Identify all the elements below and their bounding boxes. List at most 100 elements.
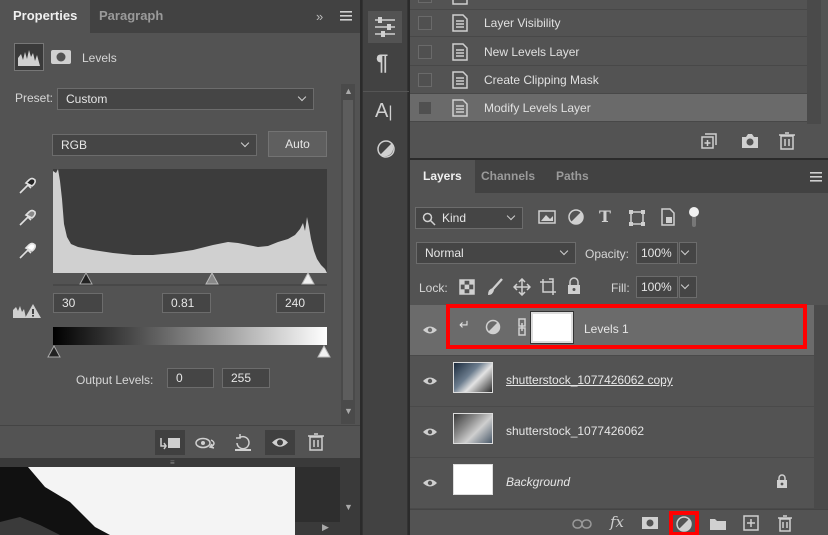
resize-grip[interactable]: ≡	[170, 458, 175, 467]
view-previous-state-icon[interactable]	[194, 432, 220, 454]
lock-transparent-icon[interactable]	[459, 279, 475, 295]
actions-scrollbar[interactable]	[807, 0, 821, 124]
layer-thumbnail[interactable]	[453, 362, 493, 393]
layer-row-shutterstock-copy[interactable]: shutterstock_1077426062 copy	[410, 356, 828, 407]
action-item-create-clipping-mask[interactable]: Create Clipping Mask	[410, 66, 807, 94]
lock-artboard-icon[interactable]	[539, 278, 557, 296]
action-toggle-checkbox[interactable]	[418, 0, 432, 3]
visibility-eye-icon[interactable]	[422, 477, 438, 489]
lock-position-move-icon[interactable]	[513, 278, 531, 296]
action-item-new-levels-layer[interactable]: New Levels Layer	[410, 38, 807, 66]
properties-dock-button[interactable]	[368, 11, 402, 43]
preset-dropdown[interactable]: Custom	[57, 88, 314, 110]
output-white-field[interactable]: 255	[222, 368, 270, 388]
delete-icon[interactable]	[307, 432, 325, 452]
action-document-icon	[452, 43, 468, 61]
scroll-down-icon[interactable]: ▼	[344, 406, 353, 416]
camera-icon[interactable]	[740, 132, 760, 150]
input-black-field[interactable]: 30	[53, 293, 103, 313]
scrollbar-thumb[interactable]	[343, 100, 353, 400]
filter-type-icon[interactable]: T	[599, 207, 611, 226]
layer-name[interactable]: shutterstock_1077426062	[506, 424, 644, 438]
action-toggle-checkbox[interactable]	[418, 73, 432, 87]
action-item-layer-visibility[interactable]: Layer Visibility	[410, 9, 807, 37]
layer-style-fx-icon[interactable]: fx	[610, 513, 624, 531]
tab-layers[interactable]: Layers	[410, 160, 475, 193]
properties-scrollbar[interactable]: ▲ ▼	[341, 84, 355, 424]
layer-row-background[interactable]: Background	[410, 458, 828, 509]
canvas-scroll-down-icon[interactable]: ▼	[344, 502, 353, 512]
filter-toggle-icon[interactable]	[688, 206, 700, 228]
action-label: Modify Levels Layer	[484, 101, 591, 115]
tab-paragraph[interactable]: Paragraph	[86, 0, 176, 33]
adjustments-icon[interactable]	[375, 138, 397, 160]
layer-thumbnail[interactable]	[453, 464, 493, 495]
document-canvas-area[interactable]: ≡ ▼ ▶	[0, 458, 360, 535]
channel-dropdown[interactable]: RGB	[52, 134, 257, 156]
add-mask-icon[interactable]	[641, 516, 659, 530]
layer-thumbnail[interactable]	[453, 413, 493, 444]
layer-name[interactable]: shutterstock_1077426062 copy	[506, 373, 673, 387]
filter-kind-dropdown[interactable]: Kind	[415, 207, 523, 229]
opacity-field[interactable]: 100%	[636, 242, 678, 264]
output-slider[interactable]	[47, 345, 333, 359]
fill-label: Fill:	[611, 281, 630, 295]
layer-row-shutterstock[interactable]: shutterstock_1077426062	[410, 407, 828, 458]
panel-menu-icon[interactable]	[340, 11, 352, 21]
visibility-eye-icon[interactable]	[422, 324, 438, 336]
fill-slider-toggle[interactable]	[679, 276, 697, 298]
new-layer-icon[interactable]	[743, 515, 759, 531]
filter-shape-icon[interactable]	[628, 209, 646, 227]
input-white-field[interactable]: 240	[276, 293, 325, 313]
mask-icon[interactable]	[47, 45, 75, 69]
visibility-eye-icon[interactable]	[422, 375, 438, 387]
black-point-eyedropper-icon[interactable]	[16, 174, 38, 196]
lock-all-icon[interactable]	[566, 277, 582, 295]
tab-properties[interactable]: Properties	[0, 0, 91, 33]
delete-action-icon[interactable]	[778, 131, 796, 151]
layers-scrollbar[interactable]	[814, 305, 828, 509]
collapse-icon[interactable]: »	[316, 9, 323, 24]
filter-adjustment-icon[interactable]	[567, 208, 585, 226]
fill-field[interactable]: 100%	[636, 276, 678, 298]
gray-point-eyedropper-icon[interactable]	[16, 206, 38, 228]
clip-to-layer-button[interactable]	[155, 430, 185, 455]
visibility-eye-icon[interactable]	[422, 426, 438, 438]
layers-toolbar: fx	[410, 509, 828, 535]
new-set-icon[interactable]	[699, 131, 719, 151]
filter-pixel-icon[interactable]	[538, 209, 556, 225]
action-item-modify-levels-layer[interactable]: Modify Levels Layer	[410, 94, 807, 122]
new-adjustment-layer-button[interactable]	[669, 511, 699, 535]
layer-name[interactable]: Background	[506, 475, 570, 489]
paragraph-icon[interactable]: ¶	[376, 50, 388, 76]
filter-smart-object-icon[interactable]	[660, 208, 676, 226]
opacity-slider-toggle[interactable]	[679, 242, 697, 264]
input-gamma-field[interactable]: 0.81	[162, 293, 211, 313]
output-gradient	[53, 327, 327, 345]
clipping-warning-icon[interactable]	[12, 302, 42, 320]
toggle-visibility-button[interactable]	[265, 430, 295, 455]
layers-menu-icon[interactable]	[810, 172, 822, 182]
output-black-field[interactable]: 0	[167, 368, 214, 388]
new-group-folder-icon[interactable]	[709, 516, 727, 531]
tab-channels[interactable]: Channels	[468, 160, 548, 193]
histogram	[53, 169, 327, 273]
delete-layer-icon[interactable]	[777, 514, 793, 532]
action-document-icon	[452, 14, 468, 32]
reset-icon[interactable]	[232, 432, 254, 454]
link-layers-icon[interactable]	[572, 518, 592, 530]
action-toggle-checkbox[interactable]	[418, 101, 432, 115]
actions-panel: Layer Visibility New Levels Layer Create…	[410, 0, 828, 158]
action-label: New Levels Layer	[484, 45, 580, 59]
tab-paths[interactable]: Paths	[543, 160, 602, 193]
input-slider[interactable]	[53, 272, 327, 286]
auto-button[interactable]: Auto	[268, 131, 327, 157]
action-toggle-checkbox[interactable]	[418, 45, 432, 59]
canvas-scroll-right-icon[interactable]: ▶	[322, 522, 329, 533]
lock-image-brush-icon[interactable]	[486, 278, 504, 296]
character-icon[interactable]: A|	[375, 100, 393, 123]
blend-mode-dropdown[interactable]: Normal	[416, 242, 576, 264]
action-toggle-checkbox[interactable]	[418, 16, 432, 30]
white-point-eyedropper-icon[interactable]	[16, 239, 38, 261]
scroll-up-icon[interactable]: ▲	[344, 86, 353, 96]
